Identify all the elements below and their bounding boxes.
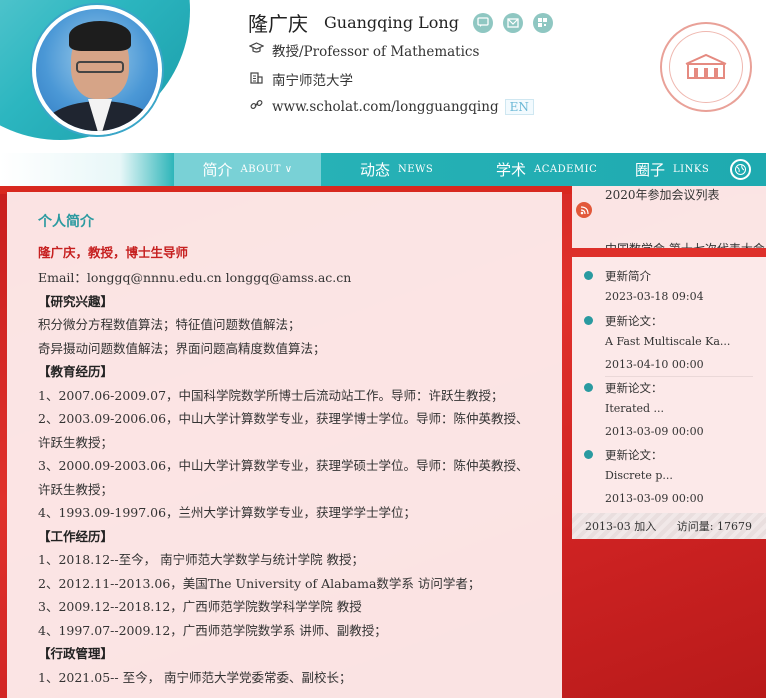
update-date: 2013-03-09 00:00 bbox=[605, 492, 704, 505]
visit-count: 访问量: 17679 bbox=[676, 520, 752, 533]
rss-feed-icon[interactable] bbox=[576, 202, 592, 218]
nav-news[interactable]: 动态 NEWS bbox=[360, 153, 433, 186]
rss-item[interactable]: 中国数学会 第十七次代表大会 bbox=[605, 240, 765, 248]
work-item: 4、1997.07--2009.12，广西师范学院数学系 讲师、副教授； bbox=[38, 622, 387, 638]
admin-item: 1、2021.05-- 至今， 南宁师范大学党委常委、副校长； bbox=[38, 669, 352, 685]
university-name: 南宁师范大学 bbox=[272, 73, 353, 89]
bullet-dot bbox=[584, 450, 593, 459]
link-icon bbox=[248, 98, 264, 115]
job-title: 教授/Professor of Mathematics bbox=[272, 44, 480, 60]
seal-emblem-icon bbox=[669, 31, 743, 103]
update-date: 2023-03-18 09:04 bbox=[605, 290, 704, 303]
education-heading: 【教育经历】 bbox=[38, 364, 114, 379]
globe-icon[interactable] bbox=[730, 159, 751, 180]
work-item: 3、2009.12--2018.12，广西师范学院数学科学学院 教授 bbox=[38, 599, 362, 614]
work-item: 2、2012.11--2013.06，美国The University of A… bbox=[38, 575, 481, 591]
education-item: 3、2000.09-2003.06，中山大学计算数学专业，获理学硕士学位。导师：… bbox=[38, 458, 529, 497]
joined-date: 2013-03 加入 bbox=[585, 520, 657, 533]
profile-header: 隆广庆 Guangqing Long 教授/Professor of Mathe… bbox=[0, 0, 766, 155]
chat-icon[interactable] bbox=[472, 12, 493, 33]
section-title: 个人简介 bbox=[38, 214, 94, 230]
research-item: 积分微分方程数值算法；特征值问题数值解法； bbox=[38, 317, 301, 332]
update-date: 2013-03-09 00:00 bbox=[605, 425, 704, 438]
update-type: 更新简介 bbox=[605, 269, 651, 283]
intro-name: 隆广庆，教授，博士生导师 bbox=[38, 245, 189, 260]
nav-links[interactable]: 圈子 LINKS bbox=[635, 153, 709, 186]
bullet-dot bbox=[584, 383, 593, 392]
education-item: 4、1993.09-1997.06，兰州大学计算数学专业，获理学学士学位； bbox=[38, 505, 417, 520]
email-line: Email：longgq@nnnu.edu.cn longgq@amss.ac.… bbox=[38, 270, 352, 285]
work-heading: 【工作经历】 bbox=[38, 528, 114, 544]
qrcode-icon[interactable] bbox=[532, 12, 553, 33]
bullet-dot bbox=[584, 316, 593, 325]
graduation-cap-icon bbox=[248, 42, 264, 58]
main-navigation: 简介 ABOUT ∨ 动态 NEWS 学术 ACADEMIC 圈子 LINKS bbox=[0, 153, 766, 186]
name-chinese: 隆广庆 bbox=[248, 12, 308, 36]
language-en-toggle[interactable]: EN bbox=[504, 98, 534, 115]
rss-panel: 2020年参加会议列表 中国数学会 第十七次代表大会 bbox=[572, 186, 766, 248]
admin-heading: 【行政管理】 bbox=[38, 646, 114, 661]
title-row: 教授/Professor of Mathematics bbox=[248, 40, 479, 60]
update-type: 更新论文： bbox=[605, 314, 663, 328]
url-row: www.scholat.com/longguangqing EN bbox=[248, 98, 534, 115]
bullet-dot bbox=[584, 271, 593, 280]
name-english: Guangqing Long bbox=[324, 13, 459, 32]
nav-academic[interactable]: 学术 ACADEMIC bbox=[496, 153, 597, 186]
building-icon bbox=[248, 71, 264, 88]
education-item: 2、2003.09-2006.06，中山大学计算数学专业，获理学博士学位。导师：… bbox=[38, 411, 529, 450]
profile-stats: 2013-03 加入 访问量: 17679 bbox=[572, 513, 766, 539]
update-date: 2013-04-10 00:00 bbox=[605, 358, 704, 371]
rss-item[interactable]: 2020年参加会议列表 bbox=[605, 186, 720, 203]
education-item: 1、2007.06-2009.07，中国科学院数学所博士后流动站工作。导师：许跃… bbox=[38, 387, 504, 403]
research-item: 奇异摄动问题数值解法；界面问题高精度数值算法； bbox=[38, 340, 326, 356]
update-detail: A Fast Multiscale Ka... bbox=[605, 335, 731, 348]
update-type: 更新论文： bbox=[605, 448, 663, 462]
update-detail: Discrete p... bbox=[605, 469, 673, 482]
nav-about[interactable]: 简介 ABOUT ∨ bbox=[174, 153, 321, 186]
research-heading: 【研究兴趣】 bbox=[38, 293, 114, 309]
update-detail: Iterated ... bbox=[605, 402, 665, 415]
update-type: 更新论文： bbox=[605, 381, 663, 395]
university-row: 南宁师范大学 bbox=[248, 69, 353, 89]
mail-icon[interactable] bbox=[502, 12, 523, 33]
profile-content-panel: 个人简介 隆广庆，教授，博士生导师 Email：longgq@nnnu.edu.… bbox=[7, 192, 562, 698]
homepage-link[interactable]: www.scholat.com/longguangqing bbox=[272, 99, 499, 115]
name-row: 隆广庆 Guangqing Long bbox=[248, 8, 563, 37]
university-seal-logo bbox=[660, 22, 752, 112]
updates-panel: 更新简介 2023-03-18 09:04 更新论文： A Fast Multi… bbox=[572, 257, 766, 513]
work-item: 1、2018.12--至今， 南宁师范大学数学与统计学院 教授； bbox=[38, 552, 365, 567]
avatar[interactable] bbox=[32, 5, 162, 135]
